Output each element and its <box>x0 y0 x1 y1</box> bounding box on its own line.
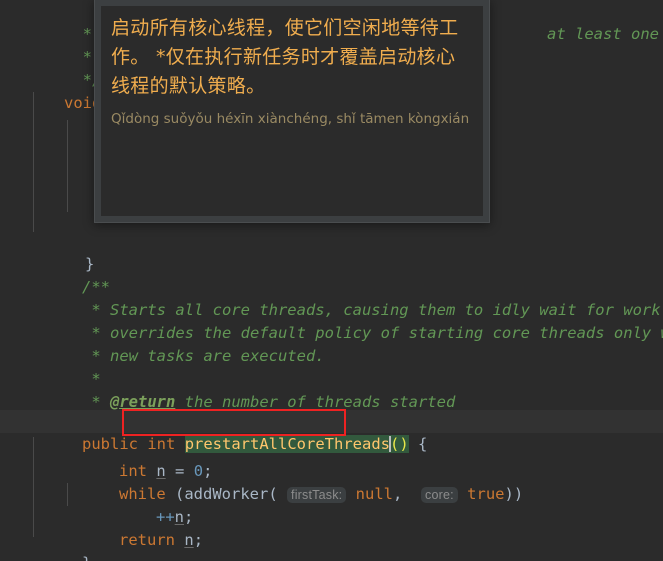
code-token-close-brace: } <box>82 554 91 561</box>
code-line: * new tasks are executed. <box>0 322 663 365</box>
translation-main-text: 启动所有核心线程，使它们空闲地等待工作。 *仅在执行新任务时才覆盖启动核心线程的… <box>111 17 459 97</box>
translation-popup[interactable]: 启动所有核心线程，使它们空闲地等待工作。 *仅在执行新任务时才覆盖启动核心线程的… <box>94 0 490 223</box>
code-line: * overrides the default policy of starti… <box>0 299 663 342</box>
code-line: * <box>0 345 663 388</box>
translation-popup-content: 启动所有核心线程，使它们空闲地等待工作。 *仅在执行新任务时才覆盖启动核心线程的… <box>101 6 483 216</box>
code-line-increment: ++n; <box>0 483 663 526</box>
code-line-right-fragment: at least one <box>491 0 663 43</box>
code-line-close-brace: } <box>0 529 663 561</box>
code-line: * Starts all core threads, causing them … <box>0 276 663 319</box>
code-line-signature[interactable]: public int prestartAllCoreThreads() { <box>0 410 663 453</box>
code-line-while: while (addWorker( firstTask: null, core:… <box>0 460 663 503</box>
code-line: } <box>0 230 663 273</box>
code-token-comment: at least one <box>547 25 659 43</box>
code-line: /** <box>0 253 663 296</box>
translation-pinyin-text: Qǐdòng suǒyǒu héxīn xiànchéng, shǐ tāmen… <box>111 111 473 127</box>
ide-editor-screenshot: * Same * thre */ void en int if els } at… <box>0 0 663 561</box>
code-line-declaration: int n = 0; <box>0 437 663 480</box>
code-line: * @return the number of threads started <box>0 368 663 411</box>
code-line-return: return n; <box>0 506 663 549</box>
